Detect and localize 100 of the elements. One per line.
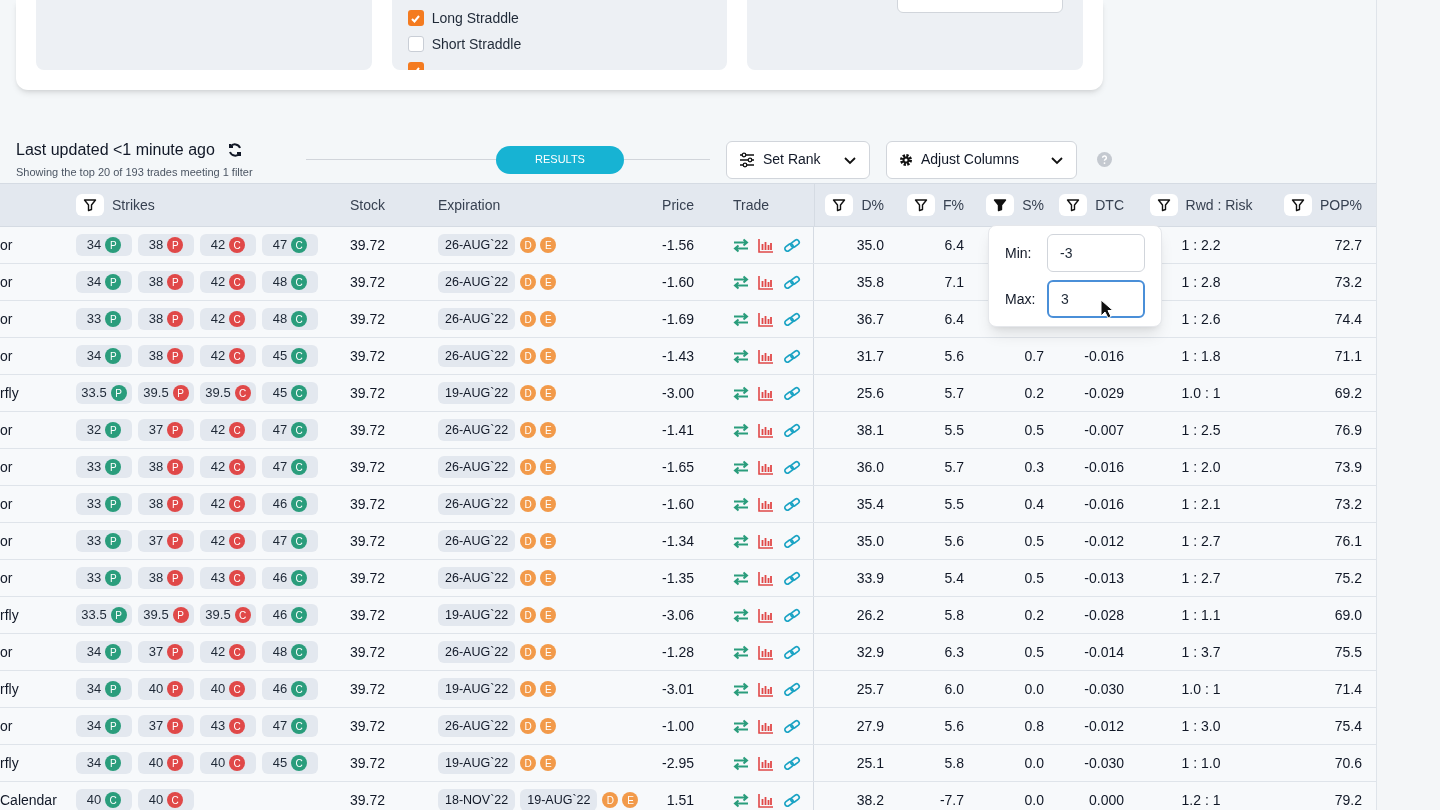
- expiration-pill: 19-AUG`22: [438, 678, 516, 700]
- link-icon[interactable]: [783, 422, 801, 438]
- bar-chart-icon[interactable]: [758, 792, 774, 808]
- filter-button[interactable]: [986, 194, 1015, 216]
- strike-value: 37: [148, 421, 164, 440]
- column-header[interactable]: F%: [943, 194, 964, 216]
- strike-value: 33: [86, 569, 102, 588]
- checkbox[interactable]: [407, 10, 424, 26]
- filter-button[interactable]: [1149, 194, 1178, 216]
- column-header[interactable]: Rwd : Risk: [1185, 194, 1253, 216]
- table-cell-text: -1.00: [661, 716, 695, 736]
- table-cell-text: 35.0: [855, 235, 885, 255]
- column-header[interactable]: Expiration: [438, 194, 501, 216]
- option-type-badge: P: [167, 570, 184, 586]
- table-cell-text: 5.4: [943, 568, 965, 588]
- bar-chart-icon[interactable]: [758, 570, 774, 586]
- swap-arrows-icon[interactable]: [733, 607, 749, 623]
- column-header[interactable]: Trade: [733, 194, 770, 216]
- link-icon[interactable]: [783, 607, 801, 623]
- swap-arrows-icon[interactable]: [733, 348, 749, 364]
- swap-arrows-icon[interactable]: [733, 237, 749, 253]
- swap-arrows-icon[interactable]: [733, 311, 749, 327]
- filter-button[interactable]: [825, 194, 854, 216]
- table-cell-text: 79.2: [1333, 790, 1363, 810]
- link-icon[interactable]: [783, 274, 801, 290]
- event-badge: E: [540, 607, 557, 623]
- swap-arrows-icon[interactable]: [733, 274, 749, 290]
- toolbar-button[interactable]: Adjust Columns: [886, 140, 1077, 179]
- toolbar-button[interactable]: Set Rank: [726, 140, 870, 179]
- bar-chart-icon[interactable]: [758, 274, 774, 290]
- swap-arrows-icon[interactable]: [733, 681, 749, 697]
- strike-value: 42: [210, 532, 226, 551]
- strike-value: 40: [148, 680, 164, 699]
- bar-chart-icon[interactable]: [758, 496, 774, 512]
- table-cell-text: 71.1: [1333, 346, 1363, 366]
- link-icon[interactable]: [783, 385, 801, 401]
- link-icon[interactable]: [783, 459, 801, 475]
- link-icon[interactable]: [783, 533, 801, 549]
- table-cell-text: -0.016: [1083, 346, 1125, 366]
- link-icon[interactable]: [783, 681, 801, 697]
- strike-value: 33: [86, 458, 102, 477]
- link-icon[interactable]: [783, 348, 801, 364]
- column-header[interactable]: Strikes: [112, 194, 155, 216]
- swap-arrows-icon[interactable]: [733, 644, 749, 660]
- link-icon[interactable]: [783, 311, 801, 327]
- bar-chart-icon[interactable]: [758, 237, 774, 253]
- swap-arrows-icon[interactable]: [733, 792, 749, 808]
- swap-arrows-icon[interactable]: [733, 533, 749, 549]
- table-cell-text: -1.56: [661, 235, 695, 255]
- column-header[interactable]: S%: [1022, 194, 1044, 216]
- help-icon[interactable]: [1097, 152, 1112, 167]
- input-field[interactable]: -3: [1047, 234, 1145, 272]
- column-header[interactable]: D%: [861, 194, 884, 216]
- swap-arrows-icon[interactable]: [733, 422, 749, 438]
- swap-arrows-icon[interactable]: [733, 459, 749, 475]
- table-cell-text: 39.72: [350, 679, 387, 699]
- filter-button[interactable]: [1284, 194, 1312, 216]
- strike-value: 42: [210, 310, 226, 329]
- option-type-badge: C: [229, 533, 246, 549]
- expiration-pill: 26-AUG`22: [438, 715, 516, 737]
- link-icon[interactable]: [783, 644, 801, 660]
- event-badge: D: [520, 570, 537, 586]
- bar-chart-icon[interactable]: [758, 422, 774, 438]
- bar-chart-icon[interactable]: [758, 385, 774, 401]
- link-icon[interactable]: [783, 496, 801, 512]
- filter-button[interactable]: [76, 194, 104, 216]
- swap-arrows-icon[interactable]: [733, 718, 749, 734]
- link-icon[interactable]: [783, 792, 801, 808]
- column-header[interactable]: Stock: [350, 194, 385, 216]
- filter-button[interactable]: [907, 194, 935, 216]
- column-header[interactable]: POP%: [1320, 194, 1362, 216]
- link-icon[interactable]: [783, 718, 801, 734]
- bar-chart-icon[interactable]: [758, 681, 774, 697]
- bar-chart-icon[interactable]: [758, 311, 774, 327]
- swap-arrows-icon[interactable]: [733, 385, 749, 401]
- bar-chart-icon[interactable]: [758, 607, 774, 623]
- swap-arrows-icon[interactable]: [733, 496, 749, 512]
- column-header[interactable]: Price: [662, 194, 694, 216]
- link-icon[interactable]: [783, 755, 801, 771]
- swap-arrows-icon[interactable]: [733, 755, 749, 771]
- event-badge: E: [540, 718, 557, 734]
- table-cell-text: 31.7: [855, 346, 885, 366]
- column-header[interactable]: DTC: [1095, 194, 1124, 216]
- refresh-icon[interactable]: [226, 142, 243, 159]
- event-badge: E: [540, 311, 557, 327]
- bar-chart-icon[interactable]: [758, 459, 774, 475]
- link-icon[interactable]: [783, 570, 801, 586]
- checkbox[interactable]: [407, 36, 424, 52]
- table-cell-text: 1 : 2.5: [1180, 420, 1222, 440]
- bar-chart-icon[interactable]: [758, 755, 774, 771]
- filter-button[interactable]: [1059, 194, 1088, 216]
- bar-chart-icon[interactable]: [758, 348, 774, 364]
- bar-chart-icon[interactable]: [758, 718, 774, 734]
- table-cell-text: 38.1: [855, 420, 885, 440]
- bar-chart-icon[interactable]: [758, 533, 774, 549]
- swap-arrows-icon[interactable]: [733, 570, 749, 586]
- bar-chart-icon[interactable]: [758, 644, 774, 660]
- input-field[interactable]: 3: [1047, 280, 1145, 318]
- link-icon[interactable]: [783, 237, 801, 253]
- table-cell-text: 1 : 3.0: [1180, 716, 1222, 736]
